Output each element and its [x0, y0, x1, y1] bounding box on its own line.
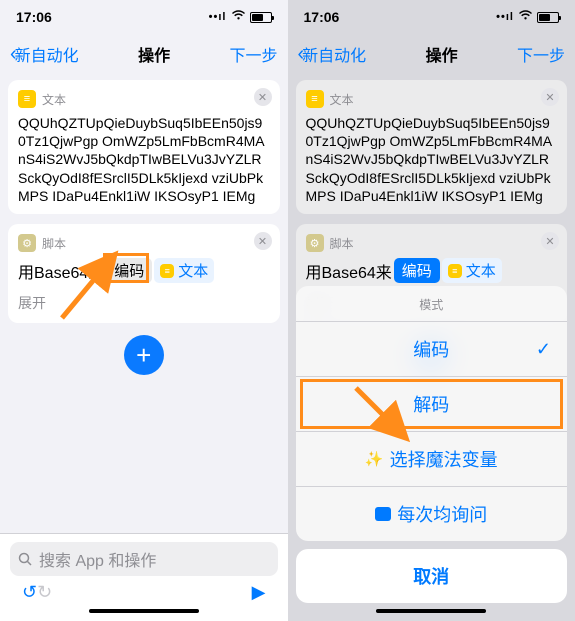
action-sheet: 模式 编码 ✓ 解码 ✨ 选择魔法变量 每次均询问 取消 [288, 286, 575, 621]
text-icon: ≡ [18, 90, 36, 108]
sheet-title: 模式 [296, 286, 568, 322]
text-content[interactable]: QQUhQZTUpQieDuybSuq5IbEEn50js90Tz1QjwPgp… [18, 114, 270, 204]
script-action-card[interactable]: ✕ ⚙ 脚本 用Base64来 编码 ≡ 文本 展开 [8, 224, 280, 323]
phone-right: 17:06 ••ıl ‹新自动化 操作 下一步 ✕ ≡ 文本 QQUhQZTUp… [288, 0, 575, 621]
search-input[interactable]: 搜索 App 和操作 [10, 542, 278, 576]
sheet-cancel-button[interactable]: 取消 [296, 549, 568, 603]
wifi-icon [231, 10, 246, 24]
status-indicators: ••ıl [209, 10, 272, 24]
sheet-item-encode[interactable]: 编码 ✓ [296, 322, 568, 377]
script-icon: ⚙ [18, 234, 36, 252]
card-label: 脚本 [42, 235, 66, 252]
home-indicator[interactable] [376, 609, 486, 613]
redo-button: ↻ [37, 582, 52, 603]
back-button[interactable]: ‹新自动化 [10, 42, 79, 66]
magic-wand-icon: ✨ [365, 450, 384, 468]
card-label: 文本 [42, 91, 66, 108]
action-prefix: 用Base64来 [18, 259, 104, 283]
sheet-item-magic[interactable]: ✨ 选择魔法变量 [296, 432, 568, 487]
message-icon [375, 507, 391, 521]
close-icon[interactable]: ✕ [254, 88, 272, 106]
nav-bar: ‹新自动化 操作 下一步 [0, 34, 288, 74]
close-icon[interactable]: ✕ [254, 232, 272, 250]
run-button[interactable]: ▶ [252, 582, 266, 603]
expand-button[interactable]: 展开 [18, 293, 270, 313]
bottom-bar: 搜索 App 和操作 ↺ ↻ ▶ [0, 533, 288, 621]
text-icon: ≡ [160, 264, 174, 278]
sheet-item-decode[interactable]: 解码 [296, 377, 568, 432]
home-indicator[interactable] [89, 609, 199, 613]
search-icon [18, 552, 33, 567]
content-area: ✕ ≡ 文本 QQUhQZTUpQieDuybSuq5IbEEn50js90Tz… [0, 74, 288, 533]
check-icon: ✓ [536, 339, 551, 360]
battery-icon [250, 12, 272, 23]
signal-icon: ••ıl [209, 11, 227, 23]
mode-token[interactable]: 编码 [106, 258, 152, 283]
toolbar: ↺ ↻ ▶ [10, 576, 278, 603]
search-placeholder: 搜索 App 和操作 [39, 547, 156, 571]
status-bar: 17:06 ••ıl [0, 0, 288, 34]
sheet-menu: 模式 编码 ✓ 解码 ✨ 选择魔法变量 每次均询问 [296, 286, 568, 541]
page-title: 操作 [138, 42, 170, 66]
undo-button[interactable]: ↺ [22, 582, 37, 603]
status-time: 17:06 [16, 9, 52, 25]
next-button[interactable]: 下一步 [229, 42, 277, 66]
input-token[interactable]: ≡ 文本 [154, 258, 214, 283]
text-action-card[interactable]: ✕ ≡ 文本 QQUhQZTUpQieDuybSuq5IbEEn50js90Tz… [8, 80, 280, 214]
sheet-item-ask[interactable]: 每次均询问 [296, 487, 568, 541]
action-description: 用Base64来 编码 ≡ 文本 [18, 258, 270, 283]
add-action-button[interactable]: + [124, 335, 164, 375]
phone-left: 17:06 ••ıl ‹新自动化 操作 下一步 ✕ ≡ 文本 QQUhQZTUp… [0, 0, 288, 621]
